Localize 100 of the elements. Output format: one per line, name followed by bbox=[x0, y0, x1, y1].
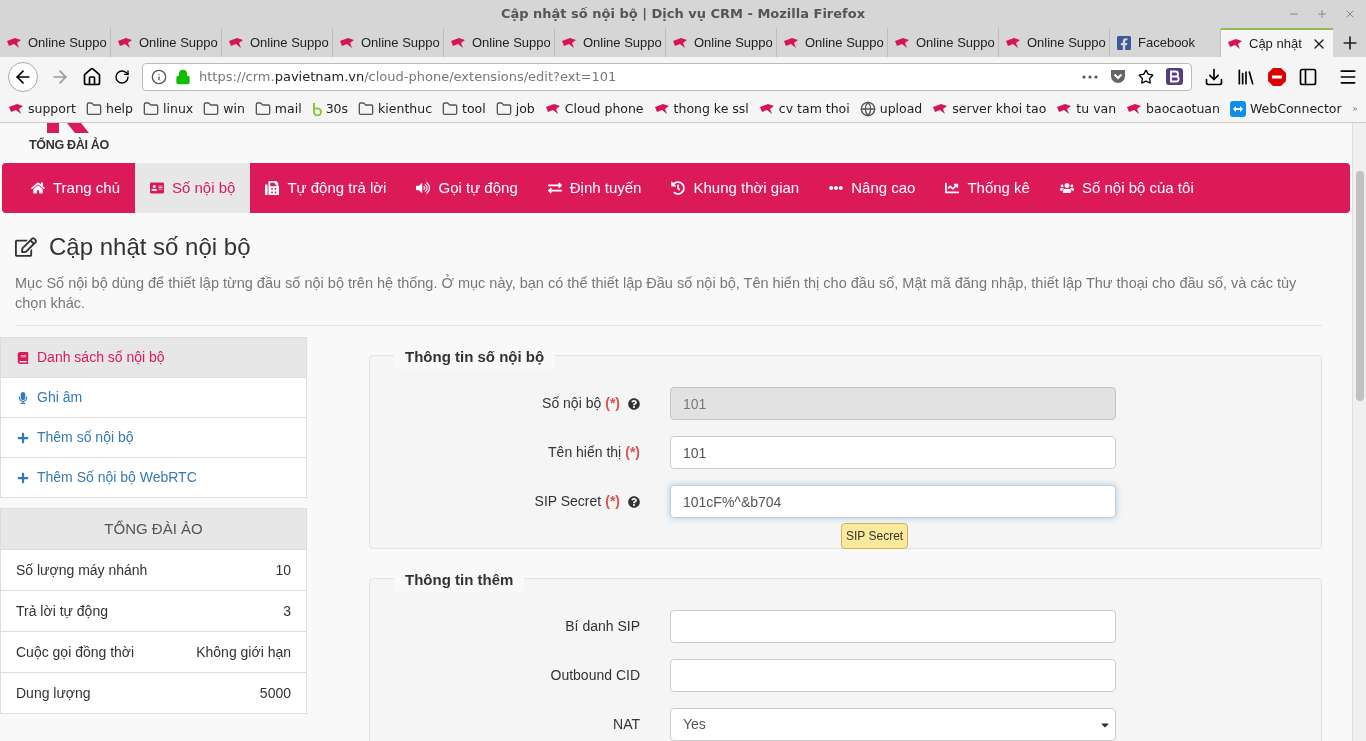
sidebar-item[interactable]: Thêm Số nội bộ WebRTC bbox=[0, 457, 307, 498]
folder-icon bbox=[358, 101, 375, 117]
site-icon bbox=[8, 103, 24, 115]
bookmark[interactable]: win bbox=[203, 99, 245, 119]
info-icon bbox=[151, 68, 167, 85]
browser-tab[interactable]: Cập nhật bbox=[1221, 28, 1333, 57]
site-icon bbox=[932, 103, 949, 115]
bookmark[interactable]: help bbox=[86, 99, 134, 119]
stat-label: Số lượng máy nhánh bbox=[16, 560, 148, 580]
line-chart-icon bbox=[945, 181, 960, 195]
globe-icon bbox=[859, 101, 876, 117]
folder-icon bbox=[442, 101, 459, 117]
bookmark[interactable]: support bbox=[8, 99, 76, 119]
lock-icon bbox=[175, 68, 191, 85]
address-bar[interactable]: https://crm.pavietnam.vn/cloud-phone/extensions/edit?ext=101 bbox=[142, 62, 1192, 91]
sidebar-item[interactable]: Danh sách số nội bộ bbox=[0, 337, 307, 378]
swap-arrows-icon bbox=[547, 181, 562, 195]
sidebar-item[interactable]: Ghi âm bbox=[0, 377, 307, 418]
stats-header: TỔNG ĐÀI ẢO bbox=[1, 509, 306, 549]
site-icon bbox=[783, 36, 799, 49]
bookmark[interactable]: server khoi tao bbox=[932, 99, 1047, 119]
users-icon bbox=[1059, 181, 1074, 195]
plus-icon bbox=[17, 471, 29, 484]
stat-value: 10 bbox=[275, 560, 291, 580]
select-field[interactable]: Yes bbox=[670, 708, 1116, 741]
history-icon bbox=[671, 181, 686, 195]
download-icon[interactable] bbox=[1204, 66, 1224, 87]
required-mark: (*) bbox=[625, 443, 640, 462]
stat-value: 3 bbox=[283, 601, 291, 621]
site-icon bbox=[653, 103, 670, 115]
nav-tab[interactable]: Số nội bộ của tôi bbox=[1044, 163, 1209, 213]
required-mark: (*) bbox=[605, 492, 620, 511]
site-icon bbox=[672, 36, 688, 49]
site-icon bbox=[758, 103, 775, 115]
nav-tab[interactable]: Tự động trả lời bbox=[250, 163, 402, 213]
sidebar-item[interactable]: Thêm số nội bộ bbox=[0, 417, 307, 458]
site-icon bbox=[117, 36, 133, 49]
bookmark[interactable]: WebConnector bbox=[1229, 99, 1342, 119]
nav-tab[interactable]: Gọi tự động bbox=[401, 163, 533, 213]
connector-icon bbox=[1229, 101, 1246, 117]
site-icon bbox=[339, 36, 355, 49]
letter-b-icon bbox=[311, 102, 322, 116]
sidebar-icon[interactable] bbox=[1298, 66, 1318, 87]
fax-icon bbox=[265, 181, 280, 195]
text-field[interactable] bbox=[670, 610, 1116, 643]
id-card-icon bbox=[150, 181, 164, 195]
bookmark[interactable]: linux bbox=[143, 99, 194, 119]
scrollbar[interactable] bbox=[1352, 123, 1366, 741]
home-icon[interactable] bbox=[82, 66, 102, 87]
field-label: Bí danh SIP bbox=[565, 617, 640, 636]
text-field[interactable]: 101 bbox=[670, 436, 1116, 469]
page-heading: Cập nhật số nội bộ bbox=[49, 232, 251, 262]
bookmark[interactable]: mail bbox=[254, 99, 302, 119]
site-icon bbox=[894, 36, 910, 49]
nav-tab[interactable]: Trang chủ bbox=[2, 163, 135, 213]
url-text: https://crm.pavietnam.vn/cloud-phone/extensions/edit?ext=101 bbox=[199, 67, 617, 86]
text-field[interactable] bbox=[670, 659, 1116, 692]
nav-tab[interactable]: Nâng cao bbox=[814, 163, 931, 213]
bookmark[interactable]: tu van bbox=[1056, 99, 1117, 119]
more-icon[interactable] bbox=[1082, 74, 1098, 79]
site-icon bbox=[561, 36, 577, 49]
bookmark[interactable]: cv tam thoi bbox=[758, 99, 850, 119]
pocket-icon[interactable] bbox=[1110, 69, 1126, 84]
back-button[interactable] bbox=[8, 61, 38, 92]
window-title: Cập nhật số nội bộ | Dịch vụ CRM - Mozilla Firefox bbox=[500, 5, 866, 24]
star-icon[interactable] bbox=[1138, 68, 1154, 85]
field-label: Số nội bộ bbox=[542, 394, 602, 413]
required-mark: (*) bbox=[605, 394, 620, 413]
nav-tab[interactable]: Số nội bộ bbox=[135, 163, 251, 213]
reload-icon[interactable] bbox=[114, 68, 130, 85]
field-label: Outbound CID bbox=[550, 666, 640, 685]
edit-icon bbox=[15, 236, 37, 258]
nav-tab[interactable]: Thống kê bbox=[930, 163, 1045, 213]
text-field[interactable]: 101cF%^&b704 bbox=[670, 485, 1116, 518]
tooltip: SIP Secret bbox=[841, 523, 909, 549]
folder-icon bbox=[86, 101, 102, 117]
bookmark[interactable]: baocaotuan bbox=[1126, 99, 1220, 119]
bookmark[interactable]: kienthuc bbox=[358, 99, 433, 119]
stat-value: 5000 bbox=[259, 683, 291, 703]
bookmark[interactable]: thong ke ssl bbox=[653, 99, 749, 119]
bookmark[interactable]: tool bbox=[442, 99, 486, 119]
stat-value: Không giới hạn bbox=[196, 642, 291, 662]
folder-icon bbox=[203, 101, 220, 117]
letter-b-extension-icon[interactable] bbox=[1166, 68, 1183, 85]
bookmark[interactable]: job bbox=[495, 99, 535, 119]
nav-tab[interactable]: Khung thời gian bbox=[656, 163, 815, 213]
field-label: SIP Secret bbox=[534, 492, 602, 511]
help-icon[interactable] bbox=[628, 495, 640, 508]
folder-icon bbox=[143, 101, 160, 117]
stop-sign-icon[interactable] bbox=[1268, 67, 1286, 86]
bookmark[interactable]: upload bbox=[859, 99, 923, 119]
field-label: Tên hiển thị bbox=[548, 443, 622, 462]
folder-icon bbox=[495, 101, 512, 117]
stat-label: Trả lời tự động bbox=[16, 601, 108, 621]
stat-label: Cuộc gọi đồng thời bbox=[16, 642, 135, 662]
nav-tab[interactable]: Định tuyến bbox=[532, 163, 657, 213]
folder-icon bbox=[254, 101, 271, 117]
site-icon bbox=[1056, 103, 1073, 115]
bookmark[interactable]: 30s bbox=[311, 99, 349, 119]
bookmark[interactable]: Cloud phone bbox=[544, 99, 644, 119]
